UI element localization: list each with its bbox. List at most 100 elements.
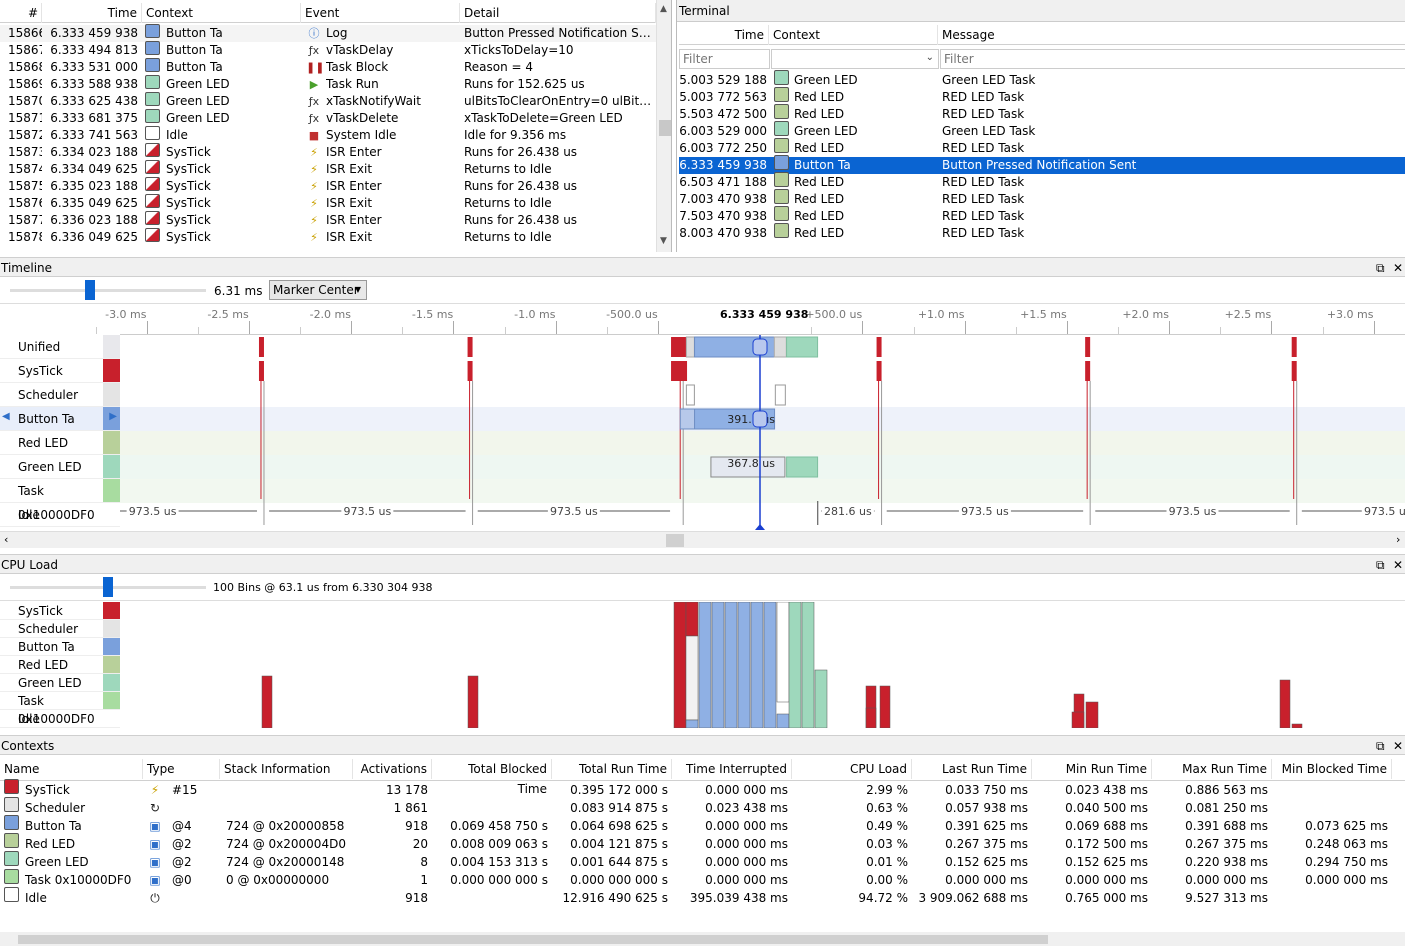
context-row[interactable]: Task 0x10000DF0 ▣ @0 0 @ 0x00000000 1 0.000 0… [0, 869, 1405, 889]
timeline-hscrollbar[interactable]: ‹ › [0, 531, 1405, 548]
context-row[interactable]: Scheduler ↻ 1 861 0.083 914 875 s 0.023 438 … [0, 797, 1405, 817]
dropdown-arrow-icon: ▼ [354, 285, 361, 294]
context-row[interactable]: Button Ta ▣ @4 724 @ 0x20000858 918 0.069 458… [0, 815, 1405, 835]
event-row[interactable]: 15870 6.333 625 438 Green LED ƒx xTaskNotify… [0, 92, 656, 110]
marker-mode-select[interactable]: Marker Center ▼ [269, 280, 367, 300]
context-row[interactable]: Idle ⏻ 918 12.916 490 625 s 395.039 438 ms 94… [0, 887, 1405, 907]
scroll-right-icon[interactable]: › [1396, 533, 1400, 546]
scroll-down-icon[interactable]: ▼ [660, 236, 667, 246]
timeline-lane-label[interactable]: Button Ta ◀ ▶ [0, 407, 120, 431]
cpu-lane-label[interactable]: Scheduler [0, 620, 120, 638]
cpu-lane-label[interactable]: Task 0x10000DF0 [0, 692, 120, 726]
ctx-col-run[interactable]: Total Run Time [552, 759, 672, 779]
restore-icon[interactable]: ⧉ [1376, 258, 1385, 278]
zoom-slider-track[interactable] [10, 289, 206, 292]
context-max: 0.391 688 ms [1185, 819, 1268, 833]
cpu-lane-label[interactable]: Idle [0, 710, 120, 728]
event-row[interactable]: 15873 6.334 023 188 SysTick ⚡ ISR Enter Runs … [0, 143, 656, 161]
contexts-scroll-thumb[interactable] [18, 935, 1048, 944]
context-row[interactable]: SysTick ⚡ #15 13 178 0.395 172 000 s 0.000 00… [0, 779, 1405, 799]
event-row[interactable]: 15875 6.335 023 188 SysTick ⚡ ISR Enter Runs … [0, 177, 656, 195]
event-row[interactable]: 15869 6.333 588 938 Green LED ▶ Task Run Runs… [0, 75, 656, 93]
col-time[interactable]: Time [42, 3, 142, 23]
timeline-lane-label[interactable]: SysTick [0, 359, 120, 383]
event-index: 15869 [8, 77, 42, 91]
timeline-lane-label[interactable]: Green LED [0, 455, 120, 479]
event-row[interactable]: 15874 6.334 049 625 SysTick ⚡ ISR Exit Return… [0, 160, 656, 178]
lane-prev-icon[interactable]: ◀ [2, 411, 10, 422]
ctx-col-minblocked[interactable]: Min Blocked Time [1272, 759, 1392, 779]
context-last: 0.267 375 ms [945, 837, 1028, 851]
close-icon[interactable]: ✕ [1393, 736, 1403, 756]
event-time: 6.333 625 438 [50, 94, 138, 108]
timeline-canvas[interactable]: 391.6 us 367.8 us 973.5 us 973.5 us 973.5 us… [120, 335, 1405, 530]
terminal-time: 5.503 472 500 [679, 107, 767, 121]
ctx-col-min[interactable]: Min Run Time [1032, 759, 1152, 779]
ruler-tick [146, 321, 148, 334]
scroll-left-icon[interactable]: ‹ [4, 533, 8, 546]
event-row[interactable]: 15866 6.333 459 938 Button Ta ⓘ Log Button Pr… [0, 24, 656, 42]
scroll-thumb[interactable] [659, 120, 671, 136]
timeline-lane-label[interactable]: Red LED [0, 431, 120, 455]
lane-color-swatch [103, 620, 120, 637]
ctx-col-activations[interactable]: Activations [353, 759, 432, 779]
scroll-up-icon[interactable]: ▲ [660, 4, 667, 14]
context-row[interactable]: Green LED ▣ @2 724 @ 0x20000148 8 0.004 153 3… [0, 851, 1405, 871]
event-row[interactable]: 15877 6.336 023 188 SysTick ⚡ ISR Enter Runs … [0, 211, 656, 229]
ctx-col-type[interactable]: Type [143, 759, 220, 779]
timeline-lane-label[interactable]: Idle [0, 503, 120, 527]
events-scrollbar[interactable]: ▲ ▼ [656, 0, 671, 252]
cpu-lane-label[interactable]: Button Ta [0, 638, 120, 656]
context-min: 0.023 438 ms [1065, 783, 1148, 797]
zoom-slider-thumb[interactable] [85, 280, 95, 300]
lane-background [120, 383, 1405, 407]
event-row[interactable]: 15871 6.333 681 375 Green LED ƒx vTaskDelete… [0, 109, 656, 127]
close-icon[interactable]: ✕ [1393, 555, 1403, 575]
terminal-message: RED LED Task [942, 192, 1025, 206]
event-row[interactable]: 15872 6.333 741 563 Idle ■ System Idle Idle f… [0, 126, 656, 144]
event-row[interactable]: 15867 6.333 494 813 Button Ta ƒx vTaskDelay x… [0, 41, 656, 59]
col-detail[interactable]: Detail [460, 3, 656, 23]
restore-icon[interactable]: ⧉ [1376, 736, 1385, 756]
ctx-col-stack[interactable]: Stack Information [220, 759, 353, 779]
ruler-subtick [1220, 327, 1222, 334]
col-index[interactable]: # [0, 3, 42, 23]
term-message-filter[interactable] [940, 49, 1405, 69]
unified-systick-mark [671, 337, 688, 357]
timeline-lane-label[interactable]: Unified [0, 335, 120, 359]
cpu-lane-label[interactable]: Red LED [0, 656, 120, 674]
ctx-col-last[interactable]: Last Run Time [912, 759, 1032, 779]
bins-slider-thumb[interactable] [103, 577, 113, 597]
contexts-hscrollbar[interactable] [0, 932, 1405, 946]
ctx-col-load[interactable]: CPU Load [792, 759, 912, 779]
event-detail: Returns to Idle [464, 162, 552, 176]
lightning-icon: ⚡ [150, 783, 160, 797]
timeline-scroll-thumb[interactable] [666, 534, 684, 547]
context-swatch [145, 58, 160, 72]
restore-icon[interactable]: ⧉ [1376, 555, 1385, 575]
ctx-col-blocked[interactable]: Total Blocked Time [432, 759, 552, 796]
event-row[interactable]: 15876 6.335 049 625 SysTick ⚡ ISR Exit Return… [0, 194, 656, 212]
ctx-col-interrupted[interactable]: Time Interrupted [672, 759, 792, 779]
term-context-filter[interactable]: ⌄ [771, 49, 939, 69]
ctx-col-max[interactable]: Max Run Time [1152, 759, 1272, 779]
event-time: 6.333 588 938 [50, 77, 138, 91]
close-icon[interactable]: ✕ [1393, 258, 1403, 278]
term-col-message[interactable]: Message [938, 25, 1405, 45]
term-col-time[interactable]: Time [679, 25, 769, 45]
cpu-canvas[interactable] [120, 602, 1405, 728]
timeline-lane-label[interactable]: Scheduler [0, 383, 120, 407]
col-context[interactable]: Context [142, 3, 301, 23]
event-row[interactable]: 15868 6.333 531 000 Button Ta ❚❚ Task Block R… [0, 58, 656, 76]
ctx-col-name[interactable]: Name [0, 759, 143, 779]
cpu-lane-label[interactable]: SysTick [0, 602, 120, 620]
event-row[interactable]: 15878 6.336 049 625 SysTick ⚡ ISR Exit Return… [0, 228, 656, 246]
terminal-row[interactable]: 8.003 470 938 Red LED RED LED Task [679, 223, 1405, 242]
term-col-context[interactable]: Context [769, 25, 938, 45]
cpu-lane-label[interactable]: Green LED [0, 674, 120, 692]
col-event[interactable]: Event [301, 3, 460, 23]
timeline-lane-label[interactable]: Task 0x10000DF0 [0, 479, 120, 522]
term-time-filter[interactable] [679, 49, 770, 69]
context-row[interactable]: Red LED ▣ @2 724 @ 0x200004D0 20 0.008 009 06… [0, 833, 1405, 853]
lane-next-icon[interactable]: ▶ [109, 411, 117, 422]
